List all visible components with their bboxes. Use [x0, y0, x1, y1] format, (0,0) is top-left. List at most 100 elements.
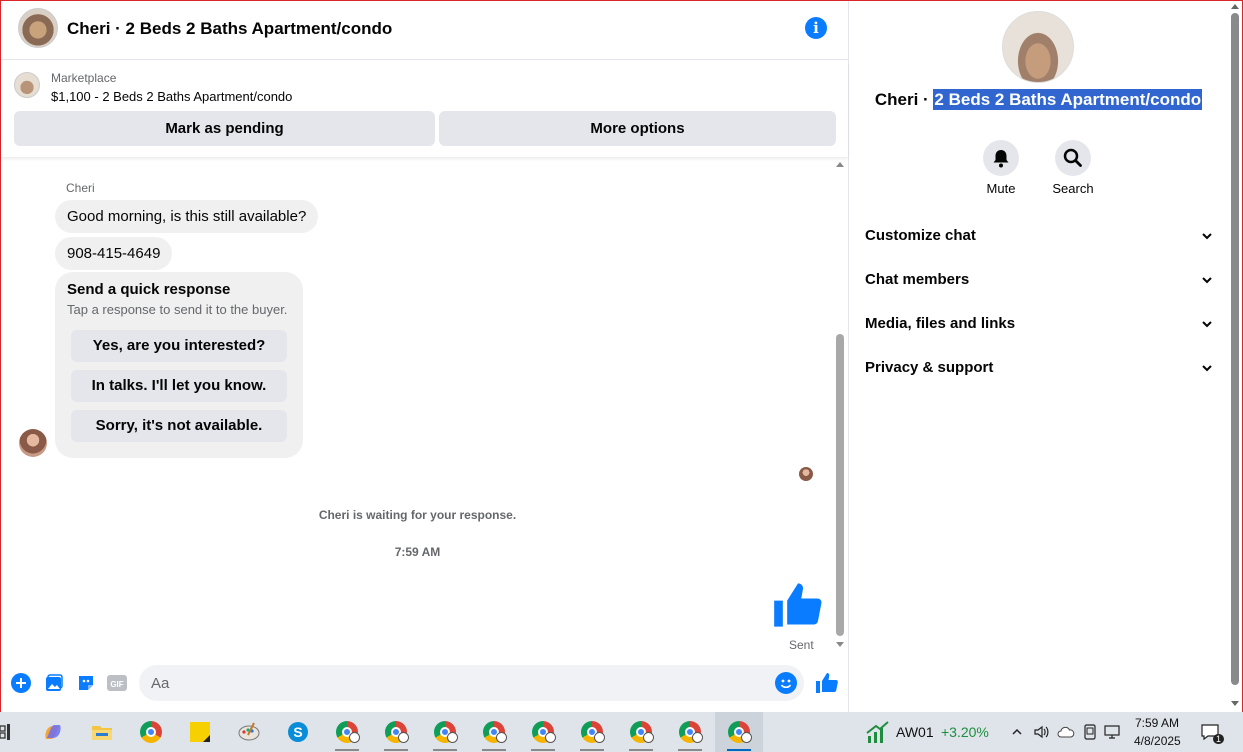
- sticky-notes-icon: [190, 722, 210, 742]
- stock-trend-icon[interactable]: [866, 720, 890, 744]
- file-explorer-taskbar-button[interactable]: [78, 712, 126, 752]
- chrome-profile-taskbar-button[interactable]: [568, 712, 616, 752]
- mark-as-pending-button[interactable]: Mark as pending: [14, 111, 435, 146]
- message-input[interactable]: [139, 665, 804, 701]
- profile-name: Cheri · 2 Beds 2 Baths Apartment/condo: [849, 89, 1228, 110]
- sender-avatar[interactable]: [19, 429, 47, 457]
- waiting-notice: Cheri is waiting for your response.: [318, 508, 517, 522]
- chrome-profile-taskbar-button-active[interactable]: [715, 712, 763, 752]
- chevron-down-icon: [1202, 365, 1212, 372]
- chrome-icon: [140, 721, 162, 743]
- chevron-down-icon: [1202, 233, 1212, 240]
- folder-icon: [92, 726, 112, 740]
- menu-media-files-links[interactable]: Media, files and links: [865, 306, 1213, 342]
- photo-icon[interactable]: [44, 673, 64, 693]
- menu-label: Media, files and links: [865, 315, 1016, 332]
- chevron-down-icon: [1202, 277, 1212, 284]
- sticker-icon[interactable]: [76, 673, 96, 693]
- clock-time[interactable]: 7:59 AM: [1135, 716, 1179, 730]
- copilot-icon: [45, 725, 61, 739]
- menu-privacy-support[interactable]: Privacy & support: [865, 350, 1213, 386]
- marketplace-label: Marketplace: [51, 71, 117, 85]
- quick-response-title: Send a quick response: [67, 281, 231, 298]
- search-action[interactable]: Search: [1043, 140, 1103, 196]
- chat-header: Cheri · 2 Beds 2 Baths Apartment/condo i: [1, 1, 848, 60]
- menu-chat-members[interactable]: Chat members: [865, 262, 1213, 298]
- volume-icon[interactable]: [1033, 724, 1049, 740]
- skype-icon: S: [288, 722, 308, 742]
- paint-taskbar-button[interactable]: [225, 712, 273, 752]
- info-icon[interactable]: i: [805, 17, 827, 39]
- stock-change[interactable]: +3.20%: [941, 724, 989, 740]
- search-label: Search: [1052, 181, 1094, 196]
- mute-action[interactable]: Mute: [971, 140, 1031, 196]
- scroll-down-arrow-icon[interactable]: [836, 642, 844, 647]
- profile-picture[interactable]: [1002, 11, 1074, 83]
- chevron-up-icon[interactable]: [1011, 726, 1023, 738]
- chrome-profile-taskbar-button[interactable]: [617, 712, 665, 752]
- menu-label: Customize chat: [865, 227, 976, 244]
- thumbs-up-sent-icon: [774, 583, 822, 627]
- profile-name-prefix: Cheri ·: [874, 90, 934, 109]
- conversation-avatar[interactable]: [18, 8, 58, 48]
- menu-label: Chat members: [865, 271, 970, 288]
- quick-response-option[interactable]: Yes, are you interested?: [71, 330, 287, 362]
- chat-pane: Cheri · 2 Beds 2 Baths Apartment/condo i…: [1, 1, 848, 712]
- scroll-thumb[interactable]: [836, 334, 844, 636]
- profile-name-selected: 2 Beds 2 Baths Apartment/condo: [933, 89, 1203, 110]
- svg-text:S: S: [293, 724, 302, 740]
- stock-symbol[interactable]: AW01: [896, 724, 934, 740]
- listing-thumbnail[interactable]: [14, 72, 40, 98]
- scroll-up-arrow-icon[interactable]: [1231, 4, 1239, 9]
- onedrive-cloud-icon[interactable]: [1057, 725, 1075, 739]
- copilot-taskbar-button[interactable]: [29, 712, 77, 752]
- quick-response-subtitle: Tap a response to send it to the buyer.: [67, 302, 288, 317]
- mute-label: Mute: [986, 181, 1016, 196]
- search-icon: [1063, 148, 1082, 167]
- network-icon[interactable]: [1104, 724, 1122, 740]
- chrome-taskbar-button[interactable]: [127, 712, 175, 752]
- sender-name: Cheri: [66, 181, 95, 195]
- chat-scrollbar[interactable]: [834, 158, 846, 655]
- chat-title[interactable]: Cheri · 2 Beds 2 Baths Apartment/condo: [67, 19, 392, 39]
- scroll-up-arrow-icon[interactable]: [836, 162, 844, 167]
- sent-status: Sent: [789, 638, 814, 652]
- listing-price-title[interactable]: $1,100 - 2 Beds 2 Baths Apartment/condo: [51, 89, 292, 104]
- like-button-icon[interactable]: [815, 671, 839, 695]
- notification-badge: 1: [1213, 734, 1225, 744]
- seen-indicator-avatar: [799, 467, 813, 481]
- chrome-profile-taskbar-button[interactable]: [372, 712, 420, 752]
- chevron-down-icon: [1202, 321, 1212, 328]
- svg-text:GIF: GIF: [110, 680, 123, 689]
- quick-response-option[interactable]: In talks. I'll let you know.: [71, 370, 287, 402]
- skype-taskbar-button[interactable]: S: [274, 712, 322, 752]
- scroll-down-arrow-icon[interactable]: [1231, 701, 1239, 706]
- emoji-icon[interactable]: [775, 672, 797, 694]
- message-list: Cheri Good morning, is this still availa…: [1, 158, 834, 656]
- bell-icon: [993, 150, 1009, 168]
- message-composer: GIF: [1, 656, 848, 712]
- quick-response-card: Send a quick response Tap a response to …: [55, 272, 303, 458]
- chrome-profile-taskbar-button[interactable]: [421, 712, 469, 752]
- chrome-profile-taskbar-button[interactable]: [519, 712, 567, 752]
- plus-circle-icon[interactable]: [11, 673, 31, 693]
- more-options-button[interactable]: More options: [439, 111, 836, 146]
- chrome-profile-taskbar-button[interactable]: [470, 712, 518, 752]
- menu-label: Privacy & support: [865, 359, 994, 376]
- chrome-profile-taskbar-button[interactable]: [323, 712, 371, 752]
- chrome-profile-taskbar-button[interactable]: [666, 712, 714, 752]
- gif-icon[interactable]: GIF: [107, 673, 127, 693]
- page-scrollbar[interactable]: [1229, 1, 1242, 712]
- sticky-notes-taskbar-button[interactable]: [176, 712, 224, 752]
- windows-taskbar: S AW01 +3.20% 7:59 AM 4/8/2025 1: [0, 712, 1243, 752]
- scroll-thumb[interactable]: [1231, 13, 1239, 685]
- task-view-icon[interactable]: [0, 724, 12, 740]
- menu-customize-chat[interactable]: Customize chat: [865, 218, 1213, 254]
- message-bubble[interactable]: 908-415-4649: [55, 237, 173, 270]
- clock-date[interactable]: 4/8/2025: [1134, 734, 1181, 748]
- paint-palette-icon: [238, 722, 260, 741]
- device-icon[interactable]: [1083, 724, 1097, 740]
- conversation-info-pane: Cheri · 2 Beds 2 Baths Apartment/condo M…: [849, 1, 1228, 712]
- message-bubble[interactable]: Good morning, is this still available?: [55, 200, 319, 233]
- quick-response-option[interactable]: Sorry, it's not available.: [71, 410, 287, 442]
